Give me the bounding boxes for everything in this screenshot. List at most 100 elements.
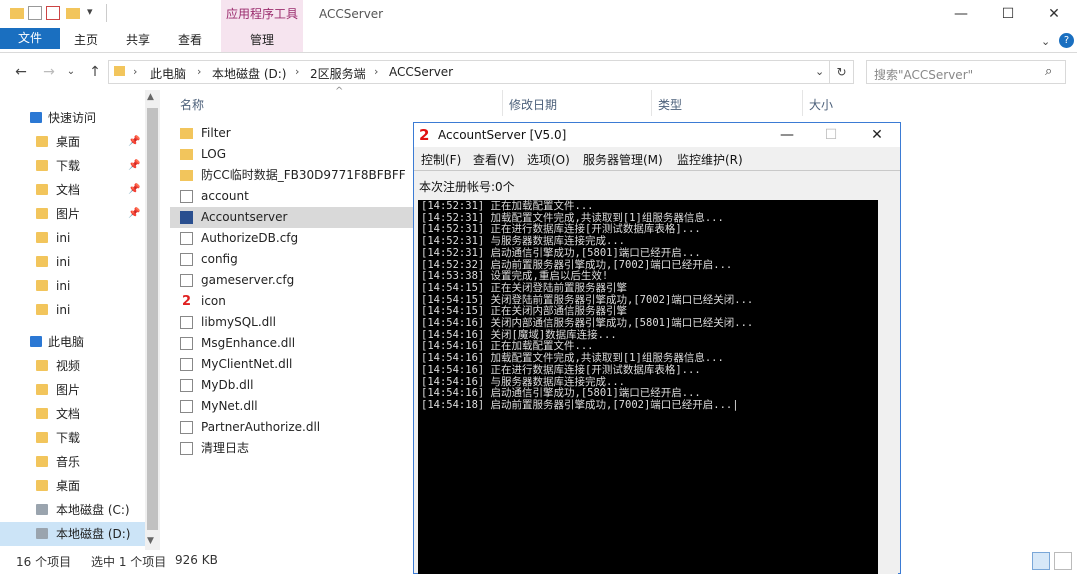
menu-server-management[interactable]: 服务器管理(M)	[583, 151, 663, 168]
address-dropdown-icon[interactable]: ⌄	[815, 65, 824, 78]
column-type[interactable]: 类型	[658, 96, 682, 113]
file-row[interactable]: libmySQL.dll	[170, 312, 413, 333]
sidebar-item[interactable]: 图片 📌	[0, 202, 145, 226]
checklist-icon[interactable]	[46, 6, 60, 20]
sidebar-item[interactable]: ini	[0, 274, 145, 298]
sidebar-item[interactable]: 下载 📌	[0, 154, 145, 178]
log-line: [14:54:18] 启动前置服务器引擎成功,[7002]端口已经开启...|	[421, 398, 739, 411]
tab-view[interactable]: 查看	[168, 28, 212, 52]
up-arrow-icon[interactable]: ↑	[86, 62, 104, 82]
sidebar-item[interactable]: ini	[0, 226, 145, 250]
scroll-down-icon[interactable]: ▼	[147, 536, 154, 546]
large-icons-view-icon[interactable]	[1054, 552, 1072, 570]
file-row[interactable]: Accountserver	[170, 207, 413, 228]
sidebar-item[interactable]: 本地磁盘 (D:)	[0, 522, 145, 546]
sidebar-item[interactable]: 桌面 📌	[0, 130, 145, 154]
sidebar-item[interactable]: ini	[0, 250, 145, 274]
download-folder-icon	[36, 160, 48, 171]
tab-manage[interactable]: 管理	[221, 28, 303, 52]
refresh-icon[interactable]: ↻	[830, 60, 854, 84]
qa-dropdown-icon[interactable]: ▾	[87, 5, 93, 18]
folder-icon	[180, 149, 193, 160]
file-icon	[180, 274, 193, 287]
file-row[interactable]: MsgEnhance.dll	[170, 333, 413, 354]
sidebar-item[interactable]: 桌面	[0, 474, 145, 498]
chevron-right-icon[interactable]: ›	[197, 65, 201, 78]
sidebar-item[interactable]: 图片	[0, 378, 145, 402]
dialog-minimize-button[interactable]: —	[764, 123, 810, 147]
computer-icon	[30, 336, 42, 347]
recent-dropdown-icon[interactable]: ⌄	[62, 62, 80, 82]
scroll-up-icon[interactable]: ▲	[147, 92, 154, 102]
breadcrumb-drive-d[interactable]: 本地磁盘 (D:)	[212, 65, 286, 82]
back-arrow-icon[interactable]: ←	[12, 62, 30, 82]
maximize-button[interactable]: ☐	[985, 0, 1031, 28]
breadcrumb-this-pc[interactable]: 此电脑	[150, 65, 186, 82]
nav-scrollbar-thumb[interactable]	[147, 108, 158, 530]
sidebar-item[interactable]: ini	[0, 298, 145, 322]
file-row[interactable]: AuthorizeDB.cfg	[170, 228, 413, 249]
file-row[interactable]: 防CC临时数据_FB30D9771F8BFBFF	[170, 165, 413, 186]
context-tab-label: 应用程序工具	[221, 0, 303, 28]
column-divider[interactable]	[651, 90, 652, 116]
sidebar-item[interactable]: 文档	[0, 402, 145, 426]
forward-arrow-icon[interactable]: →	[40, 62, 58, 82]
dialog-close-button[interactable]: ✕	[854, 123, 900, 147]
file-row[interactable]: MyClientNet.dll	[170, 354, 413, 375]
sidebar-item[interactable]: 此电脑	[0, 330, 145, 354]
dialog-maximize-button[interactable]: ☐	[808, 123, 854, 147]
tab-home[interactable]: 主页	[64, 28, 108, 52]
sidebar-item[interactable]: 快速访问	[0, 106, 145, 130]
tab-share[interactable]: 共享	[116, 28, 160, 52]
breadcrumb-server-folder[interactable]: 2区服务端	[310, 65, 366, 82]
menu-options[interactable]: 选项(O)	[527, 151, 570, 168]
title-bar	[0, 0, 1077, 28]
sidebar-item[interactable]: 文档 📌	[0, 178, 145, 202]
file-name: Filter	[201, 126, 231, 140]
chevron-right-icon[interactable]: ›	[374, 65, 378, 78]
column-date[interactable]: 修改日期	[509, 96, 557, 113]
column-size[interactable]: 大小	[809, 96, 833, 113]
pin-icon: 📌	[128, 208, 141, 219]
sidebar-item[interactable]: 下载	[0, 426, 145, 450]
sidebar-item[interactable]: 本地磁盘 (C:)	[0, 498, 145, 522]
new-folder-icon[interactable]	[66, 8, 80, 19]
tab-file[interactable]: 文件	[0, 28, 60, 49]
menu-view[interactable]: 查看(V)	[473, 151, 515, 168]
file-row[interactable]: MyNet.dll	[170, 396, 413, 417]
sidebar-item-label: 本地磁盘 (D:)	[56, 527, 131, 541]
search-icon[interactable]: ⌕	[1045, 64, 1052, 79]
ribbon-expand-icon[interactable]: ⌄	[1041, 35, 1050, 48]
help-icon[interactable]: ?	[1059, 33, 1074, 48]
sidebar-item[interactable]: 音乐	[0, 450, 145, 474]
properties-icon[interactable]	[28, 6, 42, 20]
file-row[interactable]: 清理日志	[170, 438, 413, 459]
app-icon	[180, 211, 193, 224]
file-row[interactable]: account	[170, 186, 413, 207]
folder-icon	[36, 280, 48, 291]
chevron-right-icon[interactable]: ›	[295, 65, 299, 78]
file-row[interactable]: 2 icon	[170, 291, 413, 312]
file-name: 清理日志	[201, 441, 250, 455]
file-row[interactable]: config	[170, 249, 413, 270]
download-folder-icon	[36, 432, 48, 443]
minimize-button[interactable]: —	[938, 0, 984, 28]
file-row[interactable]: Filter	[170, 123, 413, 144]
close-button[interactable]: ✕	[1031, 0, 1077, 28]
chevron-right-icon[interactable]: ›	[133, 65, 137, 78]
sidebar-item-label: 桌面	[56, 135, 81, 149]
details-view-icon[interactable]	[1032, 552, 1050, 570]
sidebar-item[interactable]: 视频	[0, 354, 145, 378]
column-divider[interactable]	[502, 90, 503, 116]
breadcrumb-accserver[interactable]: ACCServer	[389, 65, 453, 79]
column-name[interactable]: 名称	[180, 96, 204, 113]
menu-monitor-maintenance[interactable]: 监控维护(R)	[677, 151, 743, 168]
sidebar-item-label: 文档	[56, 407, 81, 421]
column-divider[interactable]	[802, 90, 803, 116]
file-row[interactable]: MyDb.dll	[170, 375, 413, 396]
file-row[interactable]: gameserver.cfg	[170, 270, 413, 291]
menu-control[interactable]: 控制(F)	[421, 151, 461, 168]
log-scrollbar[interactable]	[878, 200, 898, 574]
file-row[interactable]: LOG	[170, 144, 413, 165]
file-row[interactable]: PartnerAuthorize.dll	[170, 417, 413, 438]
